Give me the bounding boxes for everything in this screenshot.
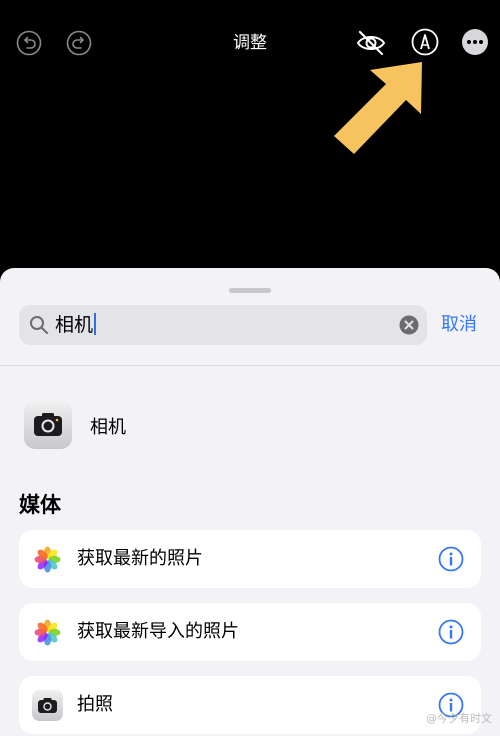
more-icon[interactable] xyxy=(461,28,489,56)
photos-icon xyxy=(32,617,63,648)
action-take-photo[interactable]: 拍照 xyxy=(19,676,481,734)
camera-app-label: 相机 xyxy=(90,417,126,438)
watermark: @今夕有时文 xyxy=(426,712,492,725)
markup-pen-icon[interactable] xyxy=(411,28,439,56)
editor-top-area: 调整 xyxy=(0,0,500,268)
sheet-grabber[interactable] xyxy=(229,288,271,293)
text-cursor xyxy=(94,313,97,335)
camera-app-icon xyxy=(24,401,72,449)
info-icon[interactable] xyxy=(438,619,464,645)
search-icon xyxy=(30,316,48,334)
action-get-latest-photos[interactable]: 获取最新的照片 xyxy=(19,530,481,588)
shortcut-action-sheet: 相机 取消 相机 媒体 获取最新的照片 获取最新导入的照片 拍照 @今夕有时文 xyxy=(0,268,500,736)
camera-app-result[interactable]: 相机 xyxy=(0,366,500,484)
cancel-button[interactable]: 取消 xyxy=(441,305,477,345)
camera-icon xyxy=(32,690,63,721)
search-input[interactable]: 相机 xyxy=(55,305,97,345)
annotation-arrow-icon xyxy=(334,62,422,154)
info-icon[interactable] xyxy=(438,546,464,572)
section-title: 媒体 xyxy=(19,493,61,517)
action-label: 获取最新导入的照片 xyxy=(77,621,239,642)
action-get-latest-imported-photos[interactable]: 获取最新导入的照片 xyxy=(19,603,481,661)
photos-icon xyxy=(32,544,63,575)
action-label: 获取最新的照片 xyxy=(77,548,203,569)
clear-search-icon[interactable] xyxy=(399,315,419,335)
search-field[interactable]: 相机 xyxy=(19,305,427,345)
eye-slash-icon[interactable] xyxy=(355,28,387,58)
action-label: 拍照 xyxy=(77,694,113,715)
